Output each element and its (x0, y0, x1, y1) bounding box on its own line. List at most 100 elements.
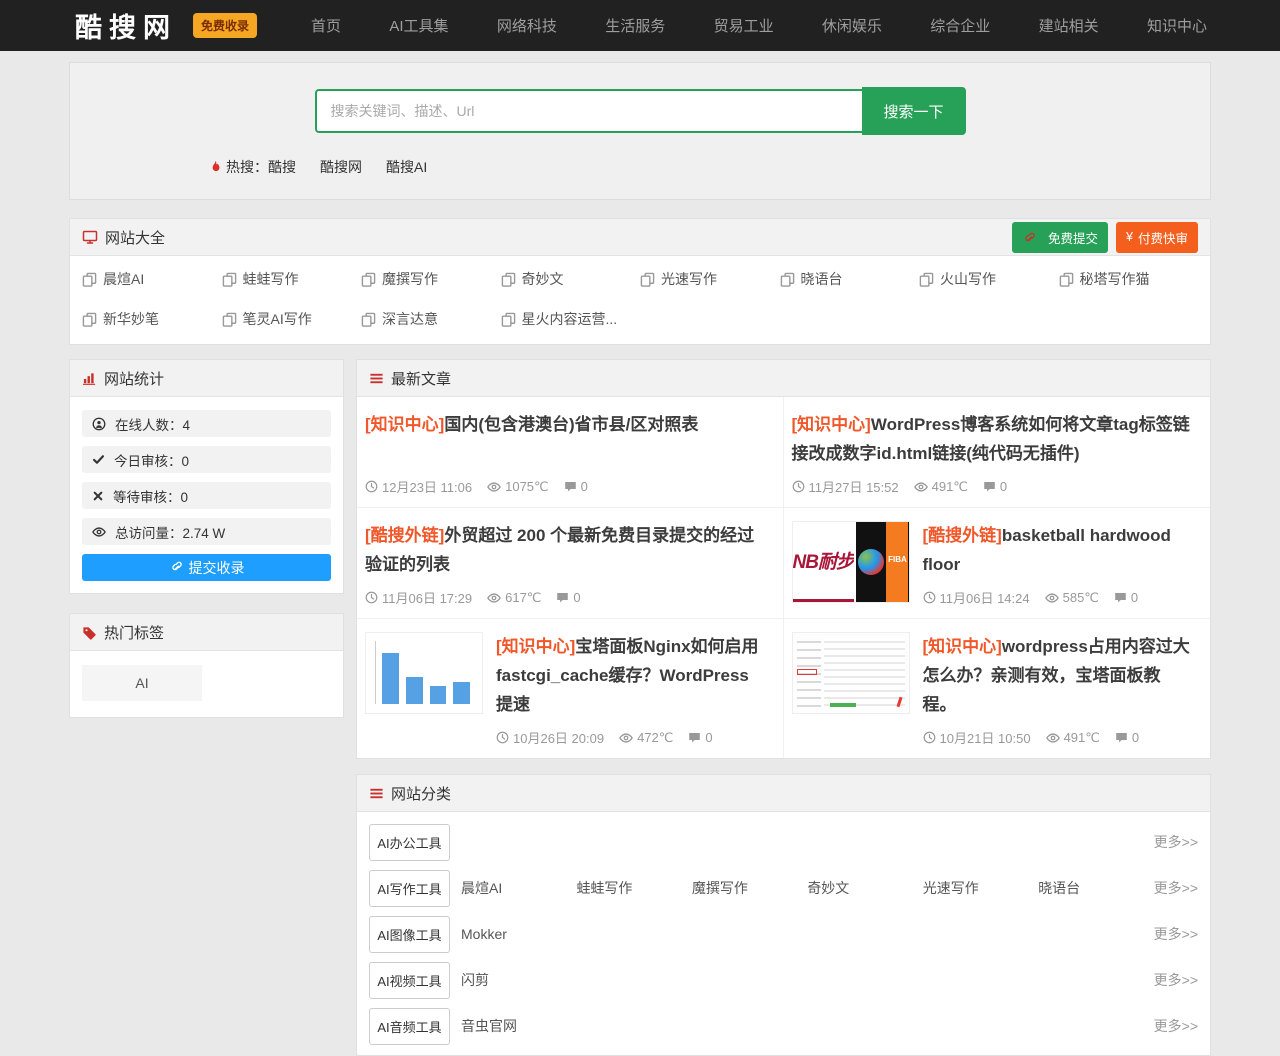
article-heat-value: 1075℃ (505, 479, 549, 495)
site-link[interactable]: 魔撰写作 (361, 269, 501, 289)
site-link-label: 火山写作 (940, 269, 996, 289)
red-mark (896, 697, 902, 707)
site-link-label: 深言达意 (382, 309, 438, 329)
category-site-link[interactable]: 蛙蛙写作 (576, 878, 691, 898)
article-thumbnail-bar-chart[interactable] (365, 632, 483, 714)
category-label-link[interactable]: AI音频工具 (369, 1008, 450, 1045)
article-title-link[interactable]: [知识中心]国内(包含港澳台)省市县/区对照表 (365, 410, 763, 439)
site-link-label: 奇妙文 (522, 269, 564, 289)
article-title-link[interactable]: [酷搜外链]外贸超过 200 个最新免费目录提交的经过验证的列表 (365, 521, 763, 579)
category-site-link[interactable]: 晓语台 (1038, 878, 1153, 898)
nav-item-9[interactable]: 知识中心 (1147, 15, 1207, 36)
category-site-links: 音虫官网 (461, 1016, 1154, 1036)
chart-bar (430, 686, 447, 704)
category-site-link[interactable]: Mokker (461, 926, 581, 942)
site-link[interactable]: 光速写作 (640, 269, 780, 289)
site-link[interactable]: 秘塔写作猫 (1059, 269, 1199, 289)
clock-icon (923, 731, 936, 744)
site-link-label: 秘塔写作猫 (1080, 269, 1150, 289)
site-link[interactable]: 笔灵AI写作 (222, 309, 362, 329)
site-categories-card: 网站分类 AI办公工具更多>>AI写作工具晨煊AI蛙蛙写作魔撰写作奇妙文光速写作… (356, 774, 1211, 1056)
nav-item-8[interactable]: 建站相关 (1039, 15, 1099, 36)
fiba-strip: FIBA (886, 522, 908, 602)
article-thumbnail-brand-logos[interactable]: NB耐步FIBA (792, 521, 910, 603)
article-comments: 0 (556, 590, 580, 605)
article-heat: 472℃ (619, 730, 673, 746)
category-more-link[interactable]: 更多>> (1154, 832, 1198, 852)
site-link[interactable]: 火山写作 (919, 269, 1059, 289)
paid-review-button[interactable]: ¥ 付费快审 (1116, 222, 1198, 253)
nav-item-1[interactable]: 首页 (311, 15, 341, 36)
site-link[interactable]: 奇妙文 (501, 269, 641, 289)
article-date-value: 11月27日 15:52 (809, 477, 899, 496)
category-site-link[interactable]: 魔撰写作 (692, 878, 807, 898)
article-meta: 11月06日 17:29617℃0 (365, 588, 763, 607)
nav-item-7[interactable]: 综合企业 (930, 15, 990, 36)
site-link[interactable]: 深言达意 (361, 309, 501, 329)
category-site-link[interactable]: 光速写作 (923, 878, 1038, 898)
hot-search-link-3[interactable]: 酷搜AI (386, 157, 427, 177)
site-link[interactable]: 晓语台 (780, 269, 920, 289)
article-title-link[interactable]: [知识中心]wordpress占用内容过大怎么办？亲测有效，宝塔面板教程。 (923, 632, 1191, 719)
tag-icon (82, 625, 97, 640)
article-heat: 1075℃ (487, 479, 549, 495)
copy-icon (1059, 272, 1074, 287)
article-meta: 10月26日 20:09472℃0 (496, 728, 763, 747)
category-row: AI视频工具闪剪 更多>> (369, 957, 1198, 1003)
top-navbar: 酷搜网 免费收录 首页 AI工具集 网络科技 生活服务 贸易工业 休闲娱乐 综合企业 建站相关… (0, 0, 1280, 51)
hot-search-link-2[interactable]: 酷搜网 (320, 157, 362, 177)
article-date: 11月06日 17:29 (365, 588, 472, 607)
copy-icon (82, 272, 97, 287)
article-item: [知识中心]国内(包含港澳台)省市县/区对照表12月23日 11:061075℃… (357, 397, 784, 508)
search-button[interactable]: 搜索一下 (862, 87, 966, 135)
nav-item-5[interactable]: 贸易工业 (714, 15, 774, 36)
hot-tags-card: 热门标签 AI (69, 613, 344, 718)
nav-item-2[interactable]: AI工具集 (389, 15, 448, 36)
site-stats-header: 网站统计 (70, 360, 343, 397)
category-label-link[interactable]: AI图像工具 (369, 916, 450, 953)
site-link[interactable]: 蛙蛙写作 (222, 269, 362, 289)
category-site-link[interactable]: 晨煊AI (461, 878, 576, 898)
site-link[interactable]: 晨煊AI (82, 269, 222, 289)
article-thumbnail-admin-screenshot[interactable] (792, 632, 910, 714)
article-date-value: 11月06日 14:24 (940, 588, 1030, 607)
article-item: [知识中心]wordpress占用内容过大怎么办？亲测有效，宝塔面板教程。10月… (784, 619, 1211, 758)
hot-tag[interactable]: AI (82, 665, 202, 701)
category-more-link[interactable]: 更多>> (1154, 924, 1198, 944)
stat-text: 等待审核：0 (113, 486, 188, 506)
comment-icon (564, 480, 577, 493)
category-site-link[interactable]: 闪剪 (461, 970, 581, 990)
site-link[interactable]: 新华妙笔 (82, 309, 222, 329)
site-link-label: 蛙蛙写作 (243, 269, 299, 289)
search-input[interactable] (315, 89, 862, 133)
category-site-links: 晨煊AI蛙蛙写作魔撰写作奇妙文光速写作晓语台 (461, 878, 1154, 898)
category-label-link[interactable]: AI视频工具 (369, 962, 450, 999)
category-site-link[interactable]: 音虫官网 (461, 1016, 581, 1036)
site-link-label: 笔灵AI写作 (243, 309, 312, 329)
free-submit-button[interactable]: 免费提交 (1012, 222, 1108, 253)
green-button-strip (830, 703, 856, 707)
site-logo[interactable]: 酷搜网 (75, 6, 177, 45)
articles-grid: [知识中心]国内(包含港澳台)省市县/区对照表12月23日 11:061075℃… (357, 397, 1210, 758)
free-submit-badge[interactable]: 免费收录 (193, 13, 257, 38)
category-site-link[interactable]: 奇妙文 (807, 878, 922, 898)
hot-search-row: 热搜： 酷搜酷搜网酷搜AI (208, 157, 1210, 177)
category-label-link[interactable]: AI写作工具 (369, 870, 450, 907)
site-link[interactable]: 星火内容运营... (501, 309, 641, 329)
category-more-link[interactable]: 更多>> (1154, 1016, 1198, 1036)
category-more-link[interactable]: 更多>> (1154, 970, 1198, 990)
nav-item-6[interactable]: 休闲娱乐 (822, 15, 882, 36)
site-directory-card: 网站大全 免费提交 ¥ 付费快审 晨煊AI蛙蛙写作魔撰写作奇妙文光速写作晓语台火… (69, 218, 1211, 345)
category-label-link[interactable]: AI办公工具 (369, 824, 450, 861)
latest-articles-card: 最新文章 [知识中心]国内(包含港澳台)省市县/区对照表12月23日 11:06… (356, 359, 1211, 759)
site-categories-header: 网站分类 (357, 775, 1210, 812)
article-title-link[interactable]: [知识中心]宝塔面板Nginx如何启用fastcgi_cache缓存？WordP… (496, 632, 763, 719)
article-title-link[interactable]: [知识中心]WordPress博客系统如何将文章tag标签链接改成数字id.ht… (792, 410, 1191, 468)
hot-search-link-1[interactable]: 酷搜 (268, 157, 296, 177)
nav-item-3[interactable]: 网络科技 (497, 15, 557, 36)
category-more-link[interactable]: 更多>> (1154, 878, 1198, 898)
submit-inclusion-button[interactable]: 提交收录 (82, 554, 331, 581)
article-title-link[interactable]: [酷搜外链]basketball hardwood floor (923, 521, 1191, 579)
article-body: [知识中心]wordpress占用内容过大怎么办？亲测有效，宝塔面板教程。10月… (923, 632, 1191, 747)
nav-item-4[interactable]: 生活服务 (605, 15, 665, 36)
